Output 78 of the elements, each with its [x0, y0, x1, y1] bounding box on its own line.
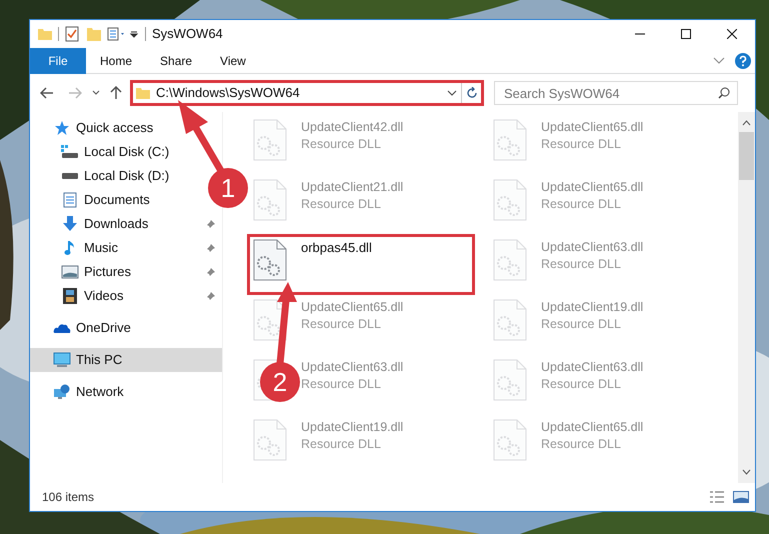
settings-file-icon [253, 239, 287, 281]
item-count: 106 items [42, 489, 94, 506]
nav-item[interactable]: Local Disk (C:) [80, 140, 172, 164]
image-icon [61, 265, 79, 279]
folder-icon [136, 86, 150, 100]
nav-item[interactable]: Videos [80, 284, 126, 308]
ribbon-tab[interactable]: View [206, 48, 260, 74]
nav-item[interactable]: Network [72, 380, 126, 404]
file-name[interactable]: orbpas45.dll [301, 239, 372, 256]
file-type: Resource DLL [301, 196, 382, 213]
file-type: Resource DLL [301, 136, 382, 153]
nav-item[interactable]: Documents [80, 188, 152, 212]
star-icon [54, 120, 70, 136]
close-icon [727, 29, 737, 39]
file-type: Resource DLL [301, 376, 382, 393]
file-type: Resource DLL [541, 436, 622, 453]
film-icon [63, 288, 77, 304]
caret-icon[interactable] [92, 90, 100, 96]
settings-file-icon [253, 119, 287, 161]
search-field[interactable]: Search SysWOW64 [494, 81, 738, 105]
settings-file-icon [493, 179, 527, 221]
nav-item[interactable]: OneDrive [72, 316, 133, 340]
music-note-icon [64, 240, 76, 256]
caret-icon[interactable] [129, 29, 139, 39]
nav-item[interactable]: Local Disk (D:) [80, 164, 172, 188]
file-type: Resource DLL [301, 316, 382, 333]
chevron-down-icon[interactable] [447, 90, 457, 96]
pin-icon[interactable] [206, 267, 216, 277]
address-field[interactable]: C:\Windows\SysWOW64 [130, 80, 484, 106]
settings-file-icon [493, 239, 527, 281]
search-icon [718, 87, 730, 99]
nav-item[interactable]: Quick access [72, 116, 156, 140]
settings-file-icon [253, 299, 287, 341]
details-view-icon[interactable] [709, 491, 725, 503]
file-type: Resource DLL [541, 136, 622, 153]
pin-icon[interactable] [206, 219, 216, 229]
settings-file-icon [253, 419, 287, 461]
file-type: Resource DLL [541, 256, 622, 273]
file-menu-button[interactable]: File [30, 48, 86, 74]
file-type: Resource DLL [301, 436, 382, 453]
address-path: C:\Windows\SysWOW64 [156, 84, 301, 102]
up-arrow-icon[interactable] [110, 86, 122, 100]
settings-file-icon [493, 359, 527, 401]
ribbon-tab[interactable]: Share [146, 48, 206, 74]
file-type: Resource DLL [541, 196, 622, 213]
settings-file-icon [253, 179, 287, 221]
pin-icon[interactable] [206, 291, 216, 301]
nav-item[interactable]: Pictures [80, 260, 133, 284]
properties-icon[interactable] [107, 27, 127, 41]
settings-file-icon [493, 119, 527, 161]
nav-item[interactable]: This PC [30, 348, 222, 372]
chevron-up-icon[interactable] [742, 120, 751, 126]
drive-icon [61, 145, 79, 159]
ribbon-tab[interactable]: Home [86, 48, 146, 74]
settings-file-icon [493, 299, 527, 341]
scrollbar[interactable] [738, 112, 755, 483]
window-title: SysWOW64 [152, 25, 223, 44]
download-arrow-icon [62, 216, 78, 232]
file-type: Resource DLL [541, 316, 622, 333]
pin-icon[interactable] [206, 243, 216, 253]
onedrive-cloud-icon [53, 322, 71, 334]
help-icon[interactable] [735, 52, 751, 68]
settings-file-icon [493, 419, 527, 461]
nav-item[interactable]: Downloads [80, 212, 150, 236]
scrollbar-thumb[interactable] [739, 132, 754, 180]
back-arrow-icon[interactable] [40, 87, 54, 99]
large-icons-view-icon[interactable] [733, 491, 749, 503]
maximize-icon [681, 29, 691, 39]
file-type: Resource DLL [541, 376, 622, 393]
network-globe-icon [53, 384, 71, 400]
drive-icon [62, 173, 78, 179]
checklist-icon[interactable] [65, 26, 79, 42]
minimize-icon [635, 33, 645, 35]
chevron-down-icon[interactable] [742, 469, 751, 475]
monitor-icon [53, 352, 71, 368]
nav-item[interactable]: Music [80, 236, 120, 260]
document-icon [63, 192, 77, 208]
refresh-icon [466, 87, 478, 99]
